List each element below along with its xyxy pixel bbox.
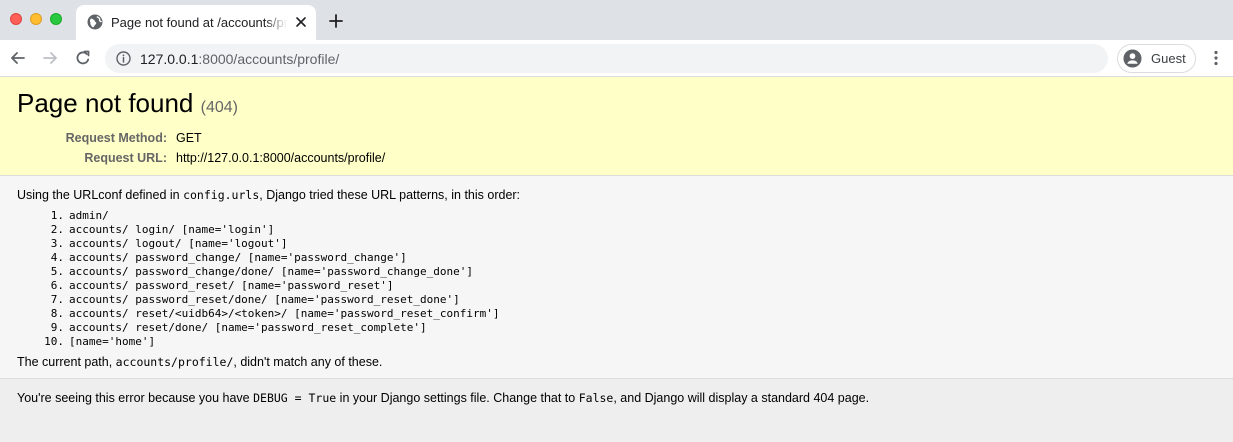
tab-title: Page not found at /accounts/profile/ [111,15,287,31]
error-explanation: You're seeing this error because you hav… [0,380,1233,442]
pattern-text: accounts/ password_change/ [name='passwo… [69,251,407,264]
pattern-text: accounts/ password_reset/ [name='passwor… [69,279,394,292]
request-method-value: GET [176,131,202,145]
current-path: accounts/profile/ [115,355,234,369]
info-icon[interactable] [116,51,131,66]
urlconf-prefix: Using the URLconf defined in [17,188,184,202]
list-item: 10. [name='home'] [17,335,499,349]
url-host: 127.0.0.1 [140,51,199,67]
list-item: 6. accounts/ password_reset/ [name='passw… [17,279,499,293]
profile-label: Guest [1151,51,1186,66]
pattern-number: 2. [50,223,64,236]
pattern-number: 8. [50,307,64,320]
debug-explanation: You're seeing this error because you hav… [17,390,869,406]
pattern-text: accounts/ reset/done/ [name='password_re… [69,321,427,334]
request-method-row: Request Method: GET [17,128,385,148]
error-summary: Page not found (404) Request Method: GET… [0,77,1233,176]
url-pattern-list: 1. admin/ 2. accounts/ login/ [name='login… [17,209,499,349]
list-item: 8. accounts/ reset/<uidb64>/<token>/ [nam… [17,307,500,321]
more-menu-icon[interactable] [1207,49,1225,67]
request-method-label: Request Method: [65,131,167,145]
pattern-number: 9. [50,321,64,334]
debug-setting: DEBUG = True [253,391,337,405]
explanation-part-1: You're seeing this error because you hav… [17,391,254,405]
pattern-text: accounts/ password_reset/done/ [name='pa… [69,293,460,306]
explanation-part-2: in your Django settings file. Change tha… [336,391,579,405]
browser-tab[interactable]: Page not found at /accounts/profile/ [76,5,316,40]
list-item: 7. accounts/ password_reset/done/ [name='… [17,293,499,307]
url-text[interactable]: 127.0.0.1:8000/accounts/profile/ [140,51,339,67]
pattern-text: accounts/ login/ [name='login'] [69,223,275,236]
request-url-label: Request URL: [84,151,167,165]
back-arrow-icon[interactable] [9,49,27,67]
urlconf-module: config.urls [183,188,260,202]
list-item: 1. admin/ [17,209,499,223]
pattern-number: 3. [50,237,64,250]
pattern-number: 5. [50,265,64,278]
list-item: 3. accounts/ logout/ [name='logout'] [17,237,499,251]
current-path-prefix: The current path, [17,355,116,369]
maximize-window-button[interactable] [50,13,62,25]
pattern-number: 1. [50,209,64,222]
profile-button[interactable]: Guest [1117,44,1196,73]
status-code: (404) [200,99,238,116]
pattern-number: 4. [50,251,64,264]
request-url-row: Request URL: http://127.0.0.1:8000/accou… [17,148,385,168]
urlconf-description: Using the URLconf defined in config.urls… [17,187,520,203]
reload-icon[interactable] [74,49,92,67]
minimize-window-button[interactable] [30,13,42,25]
globe-icon [87,14,103,30]
list-item: 9. accounts/ reset/done/ [name='password_… [17,321,499,335]
pattern-number: 7. [50,293,64,306]
close-window-button[interactable] [10,13,22,25]
current-path-message: The current path, accounts/profile/, did… [17,354,382,370]
pattern-number: 10. [44,335,64,348]
pattern-text: accounts/ password_change/done/ [name='p… [69,265,473,278]
pattern-text: admin/ [69,209,109,222]
request-info-table: Request Method: GET Request URL: http://… [17,128,386,168]
list-item: 4. accounts/ password_change/ [name='pass… [17,251,499,265]
page-title: Page not found (404) [17,88,238,123]
close-icon[interactable] [293,14,309,30]
tab-strip: Page not found at /accounts/profile/ [0,0,1233,40]
error-info: Using the URLconf defined in config.urls… [0,176,1233,379]
avatar-icon [1123,49,1142,68]
address-bar[interactable]: 127.0.0.1:8000/accounts/profile/ [105,44,1108,73]
pattern-number: 6. [50,279,64,292]
plus-icon[interactable] [329,14,343,28]
pattern-text: accounts/ reset/<uidb64>/<token>/ [name=… [69,307,500,320]
urlconf-suffix: , Django tried these URL patterns, in th… [259,188,521,202]
page-title-text: Page not found [17,88,194,118]
list-item: 2. accounts/ login/ [name='login'] [17,223,499,237]
list-item: 5. accounts/ password_change/done/ [name=… [17,265,499,279]
forward-arrow-icon[interactable] [41,49,59,67]
current-path-suffix: , didn't match any of these. [233,355,383,369]
pattern-text: accounts/ logout/ [name='logout'] [69,237,288,250]
request-url-value: http://127.0.0.1:8000/accounts/profile/ [176,151,386,165]
false-value: False [578,391,614,405]
browser-toolbar: 127.0.0.1:8000/accounts/profile/ Guest [0,40,1233,77]
pattern-text: [name='home'] [69,335,156,348]
explanation-part-3: , and Django will display a standard 404… [613,391,870,405]
url-path: :8000/accounts/profile/ [198,51,340,67]
